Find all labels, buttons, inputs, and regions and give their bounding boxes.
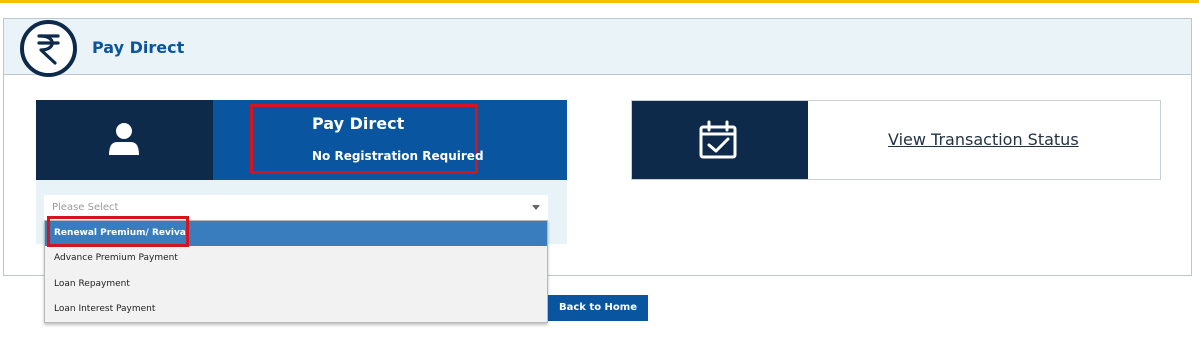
- chevron-down-icon[interactable]: [532, 205, 540, 210]
- user-tile: [36, 100, 213, 180]
- dropdown-option-advance[interactable]: Advance Premium Payment: [45, 246, 547, 271]
- calendar-check-icon: [699, 120, 737, 159]
- user-icon: [109, 123, 139, 155]
- view-transaction-status-link[interactable]: View Transaction Status: [888, 130, 1079, 149]
- transaction-status-card[interactable]: View Transaction Status: [631, 100, 1161, 180]
- select-placeholder: Please Select: [52, 202, 119, 213]
- renewal-highlight-box: [47, 216, 189, 247]
- calendar-tile: [632, 101, 808, 179]
- pay-direct-card-subtitle: No Registration Required: [312, 149, 484, 163]
- back-to-home-button[interactable]: Back to Home: [548, 295, 648, 321]
- panel-title: Pay Direct: [92, 38, 185, 57]
- dropdown-option-loan-interest[interactable]: Loan Interest Payment: [45, 297, 547, 322]
- top-accent-bar: [0, 0, 1199, 3]
- panel-header: Pay Direct: [4, 19, 1191, 77]
- pay-direct-card-title: Pay Direct: [312, 114, 405, 133]
- dropdown-option-loan-repayment[interactable]: Loan Repayment: [45, 272, 547, 297]
- rupee-icon: [20, 20, 77, 77]
